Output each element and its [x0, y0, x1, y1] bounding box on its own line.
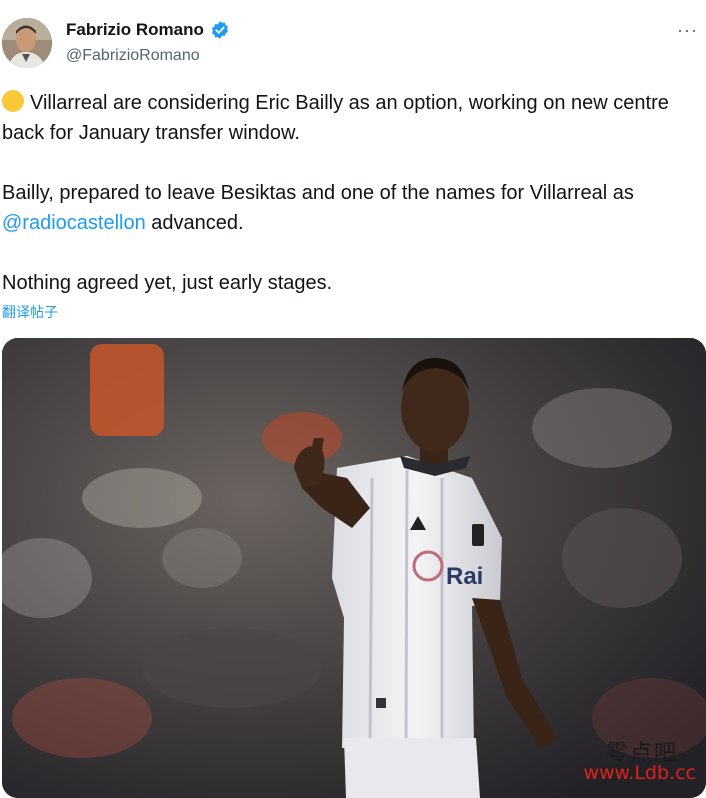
yellow-circle-emoji-icon	[2, 90, 24, 112]
jersey-sponsor-text: Rai	[446, 563, 483, 590]
watermark-url: www.Ldb.cc	[583, 762, 696, 784]
mention-link[interactable]: @radiocastellon	[2, 212, 146, 234]
tweet-line-2-text: Bailly, prepared to leave Besiktas and o…	[2, 182, 634, 204]
translate-post-link[interactable]: 翻译帖子	[2, 302, 58, 322]
tweet-text: Villarreal are considering Eric Bailly a…	[2, 88, 702, 298]
avatar-image	[2, 18, 52, 68]
tweet-line-1-text: Villarreal are considering Eric Bailly a…	[2, 92, 669, 144]
author-avatar[interactable]	[2, 18, 52, 68]
verified-badge-icon	[211, 21, 228, 39]
tweet-header: Fabrizio Romano @FabrizioRomano ···	[0, 0, 706, 80]
more-options-icon[interactable]: ···	[677, 20, 698, 41]
tweet-line-3: Nothing agreed yet, just early stages.	[2, 272, 333, 294]
tweet-media-photo[interactable]: Rai	[2, 338, 706, 798]
author-name-row: Fabrizio Romano	[66, 20, 230, 40]
player-photo: Rai	[2, 338, 706, 798]
tweet-line-2: Bailly, prepared to leave Besiktas and o…	[2, 178, 702, 238]
author-handle[interactable]: @FabrizioRomano	[66, 47, 200, 65]
tweet-line-2-end: advanced.	[145, 212, 244, 234]
author-name[interactable]: Fabrizio Romano	[66, 20, 204, 40]
tweet-line-1: Villarreal are considering Eric Bailly a…	[2, 88, 702, 148]
